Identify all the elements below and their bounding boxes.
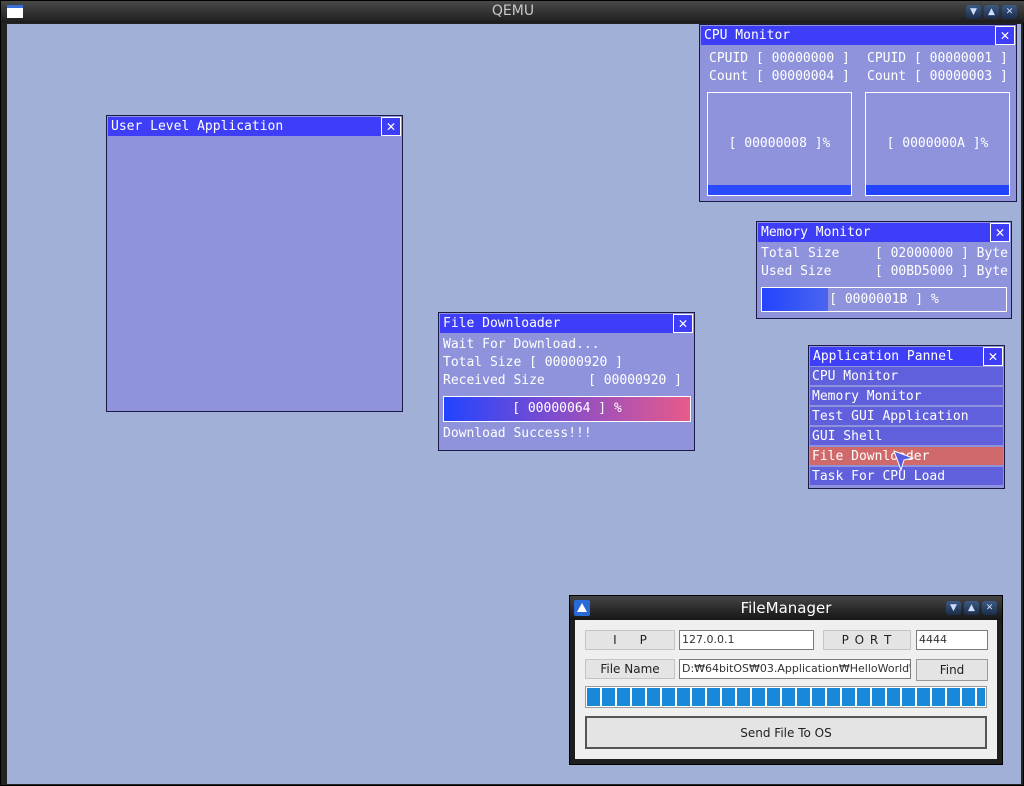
user-app-window[interactable]: User Level Application ✕	[106, 115, 403, 412]
file-manager-window[interactable]: FileManager ▼ ▲ ✕ I P 127.0.0.1 P O R T …	[569, 595, 1003, 765]
cpu1-id: CPUID [ 00000001 ]	[867, 51, 1008, 66]
minimize-icon[interactable]: ▼	[946, 601, 961, 615]
close-icon[interactable]: ✕	[983, 347, 1003, 366]
cpu1-load-panel: [ 0000000A ]%	[865, 92, 1010, 196]
cpu1-count: Count [ 00000003 ]	[867, 69, 1008, 84]
cpu0-load-bar	[708, 185, 851, 195]
file-manager-body: I P 127.0.0.1 P O R T 4444 File Name D:₩…	[575, 620, 997, 759]
file-name-input[interactable]: D:₩64bitOS₩03.Application₩HelloWorld₩	[679, 659, 911, 679]
download-received-value: [ 00000920 ]	[588, 373, 682, 388]
close-icon[interactable]: ✕	[1002, 5, 1017, 19]
close-icon[interactable]: ✕	[381, 117, 401, 136]
cpu0-load-panel: [ 00000008 ]%	[707, 92, 852, 196]
download-status: Wait For Download...	[443, 337, 600, 352]
memory-used-value: [ 00BD5000 ] Byte	[874, 264, 1008, 279]
port-label: P O R T	[823, 630, 911, 650]
menu-item-memory-monitor[interactable]: Memory Monitor	[810, 387, 1003, 406]
ip-label: I P	[585, 630, 675, 650]
memory-total-value: [ 02000000 ] Byte	[874, 246, 1008, 261]
download-result: Download Success!!!	[443, 426, 592, 441]
app-panel-window[interactable]: Application Pannel ✕ CPU Monitor Memory …	[808, 345, 1005, 489]
download-progress-label: [ 00000064 ] %	[512, 401, 622, 416]
file-manager-progress-bar	[585, 686, 987, 708]
cpu0-count: Count [ 00000004 ]	[709, 69, 850, 84]
file-manager-titlebar[interactable]: FileManager ▼ ▲ ✕	[570, 596, 1002, 620]
ip-input[interactable]: 127.0.0.1	[679, 630, 814, 650]
file-downloader-window[interactable]: File Downloader ✕ Wait For Download... T…	[438, 312, 695, 451]
memory-monitor-window[interactable]: Memory Monitor ✕ Total Size [ 02000000 ]…	[756, 221, 1012, 319]
cpu0-load-label: [ 00000008 ]%	[728, 136, 831, 151]
qemu-window: QEMU ▼ ▲ ✕ User Level Application ✕ CPU …	[0, 0, 1024, 786]
close-icon[interactable]: ✕	[995, 26, 1015, 45]
window-title[interactable]: File Downloader	[440, 314, 693, 333]
cursor-icon	[893, 450, 915, 472]
close-icon[interactable]: ✕	[982, 601, 997, 615]
window-title[interactable]: Application Pannel	[810, 347, 1003, 366]
window-title[interactable]: CPU Monitor	[701, 26, 1015, 45]
minimize-icon[interactable]: ▼	[966, 5, 981, 19]
cpu1-load-label: [ 0000000A ]%	[886, 136, 989, 151]
send-file-button[interactable]: Send File To OS	[585, 716, 987, 749]
close-icon[interactable]: ✕	[673, 314, 693, 333]
memory-usage-bar: [ 0000001B ] %	[761, 287, 1007, 312]
find-button[interactable]: Find	[916, 659, 988, 681]
file-name-label: File Name	[585, 659, 675, 679]
menu-item-gui-shell[interactable]: GUI Shell	[810, 427, 1003, 446]
maximize-icon[interactable]: ▲	[964, 601, 979, 615]
cpu0-id: CPUID [ 00000000 ]	[709, 51, 850, 66]
cpu-monitor-window[interactable]: CPU Monitor ✕ CPUID [ 00000000 ] Count […	[699, 24, 1017, 202]
memory-used-label: Used Size	[761, 264, 832, 279]
download-received-label: Received Size	[443, 373, 545, 388]
port-input[interactable]: 4444	[916, 630, 988, 650]
file-manager-title: FileManager	[740, 599, 832, 617]
window-title[interactable]: Memory Monitor	[758, 223, 1010, 242]
qemu-titlebar[interactable]: QEMU ▼ ▲ ✕	[1, 1, 1024, 23]
file-manager-progress-fill	[587, 688, 985, 706]
memory-usage-label: [ 0000001B ] %	[829, 292, 939, 307]
menu-item-test-gui-application[interactable]: Test GUI Application	[810, 407, 1003, 426]
memory-total-label: Total Size	[761, 246, 840, 261]
qemu-title: QEMU	[491, 3, 535, 19]
maximize-icon[interactable]: ▲	[984, 5, 999, 19]
download-total-size: Total Size [ 00000920 ]	[443, 355, 624, 370]
menu-item-cpu-monitor[interactable]: CPU Monitor	[810, 367, 1003, 386]
window-title[interactable]: User Level Application	[108, 117, 401, 136]
close-icon[interactable]: ✕	[990, 223, 1010, 242]
cpu1-load-bar	[866, 185, 1009, 195]
download-progress-bar: [ 00000064 ] %	[443, 396, 691, 422]
